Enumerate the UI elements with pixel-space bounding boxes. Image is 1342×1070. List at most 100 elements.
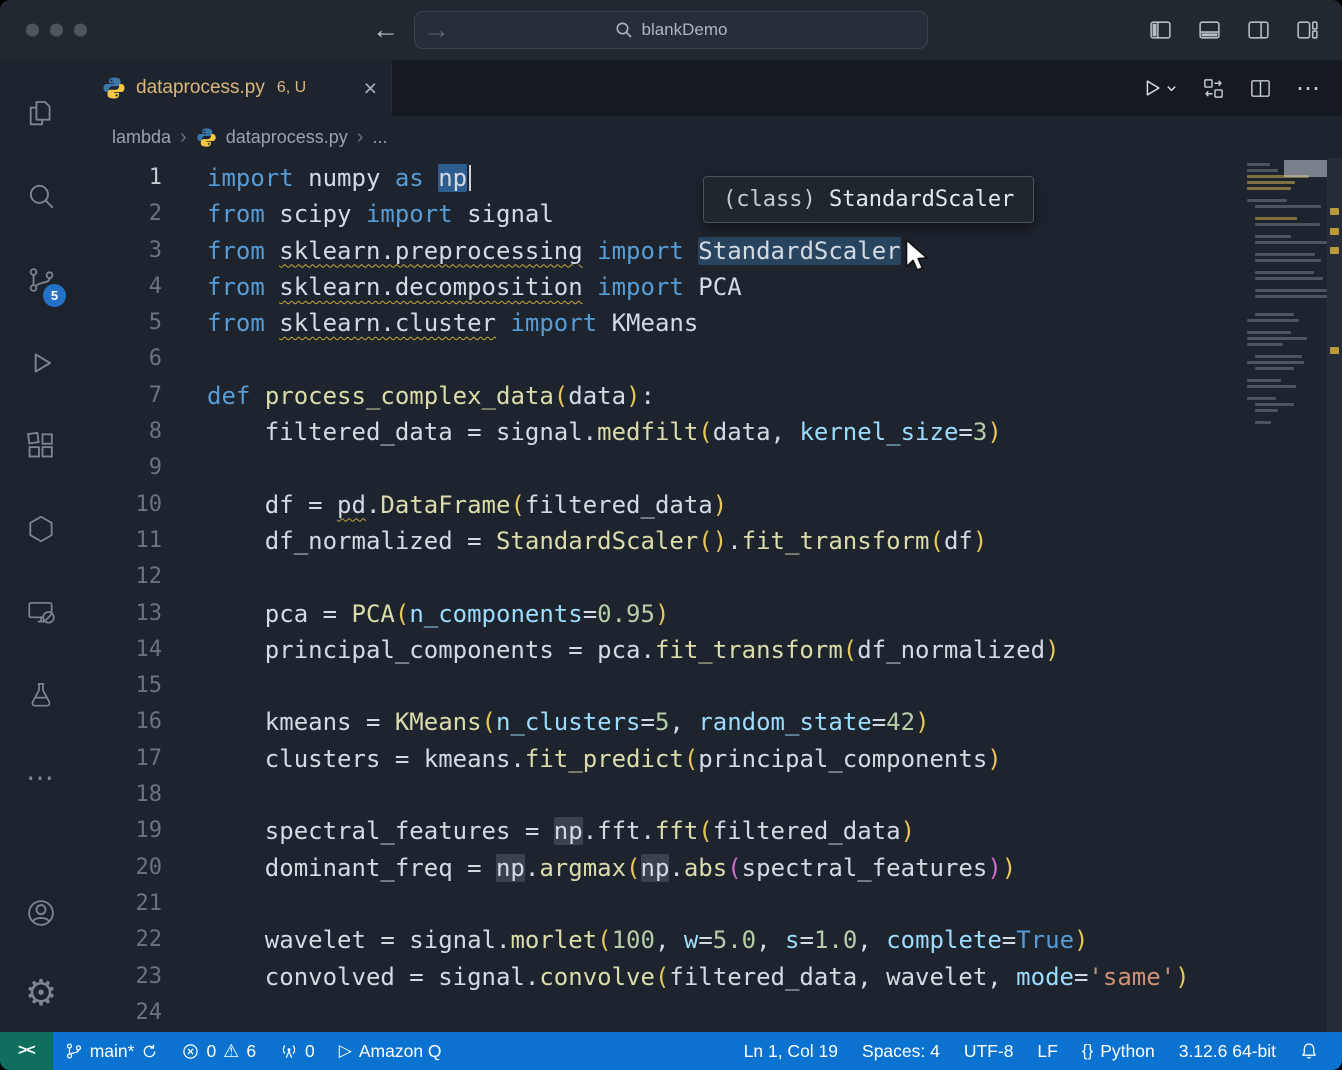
bell-icon xyxy=(1300,1042,1318,1060)
code-token: = xyxy=(958,418,972,446)
testing-flask-icon[interactable] xyxy=(0,653,82,736)
code-line[interactable]: filtered_data = signal.medfilt(data, ker… xyxy=(207,414,1342,450)
code-token: clusters = kmeans. xyxy=(207,745,525,773)
close-window-button[interactable] xyxy=(26,24,39,37)
settings-gear-icon[interactable]: ⚙ xyxy=(0,954,82,1032)
run-python-file-button[interactable] xyxy=(1141,77,1178,99)
code-line[interactable]: convolved = signal.convolve(filtered_dat… xyxy=(207,959,1342,995)
search-icon xyxy=(615,21,633,39)
code-line[interactable] xyxy=(207,559,1342,595)
remote-indicator[interactable]: >< xyxy=(0,1032,53,1070)
line-number: 17 xyxy=(82,741,207,777)
mouse-pointer-icon xyxy=(903,238,931,272)
code-line[interactable]: spectral_features = np.fft.fft(filtered_… xyxy=(207,813,1342,849)
toggle-secondary-sidebar-icon[interactable] xyxy=(1246,18,1271,43)
back-icon[interactable]: ← xyxy=(372,15,399,46)
code-line[interactable]: principal_components = pca.fit_transform… xyxy=(207,632,1342,668)
code-line[interactable]: def process_complex_data(data): xyxy=(207,378,1342,414)
history-navigation: ← → xyxy=(372,15,450,46)
code-token: = xyxy=(1002,926,1016,954)
toggle-primary-sidebar-icon[interactable] xyxy=(1148,18,1173,43)
code-line[interactable] xyxy=(207,450,1342,486)
code-token: filtered_data, wavelet, xyxy=(669,963,1016,991)
split-editor-icon[interactable] xyxy=(1249,77,1272,100)
remote-explorer-icon[interactable] xyxy=(0,570,82,653)
code-line[interactable]: kmeans = KMeans(n_clusters=5, random_sta… xyxy=(207,704,1342,740)
toggle-panel-icon[interactable] xyxy=(1197,18,1222,43)
amazon-q-status[interactable]: ▷ Amazon Q xyxy=(327,1032,454,1070)
code-line[interactable] xyxy=(207,668,1342,704)
branch-status[interactable]: main* xyxy=(53,1032,171,1070)
encoding-status[interactable]: UTF-8 xyxy=(952,1032,1026,1070)
extensions-icon[interactable] xyxy=(0,404,82,487)
language-mode-status[interactable]: {}Python xyxy=(1070,1032,1167,1070)
code-token: def xyxy=(207,382,250,410)
code-token xyxy=(583,273,597,301)
editor[interactable]: 123456789101112131415161718192021222324 … xyxy=(82,158,1342,1032)
indentation-label: Spaces: 4 xyxy=(862,1041,940,1062)
code-line[interactable]: clusters = kmeans.fit_predict(principal_… xyxy=(207,741,1342,777)
code-line[interactable]: df = pd.DataFrame(filtered_data) xyxy=(207,487,1342,523)
source-control-icon[interactable]: 5 xyxy=(0,238,82,321)
indentation-status[interactable]: Spaces: 4 xyxy=(850,1032,952,1070)
tab-dataprocess[interactable]: dataprocess.py 6, U × xyxy=(82,60,392,116)
window-controls[interactable] xyxy=(26,24,87,37)
eol-label: LF xyxy=(1037,1041,1057,1062)
customize-layout-icon[interactable] xyxy=(1295,18,1320,43)
code-token: sklearn.preprocessing xyxy=(279,237,582,265)
forward-icon[interactable]: → xyxy=(423,15,450,46)
more-actions-icon[interactable]: ⋯ xyxy=(1296,74,1320,103)
code-token: ) xyxy=(713,491,727,519)
cursor-position-status[interactable]: Ln 1, Col 19 xyxy=(732,1032,850,1070)
zoom-window-button[interactable] xyxy=(74,24,87,37)
python-interpreter-status[interactable]: 3.12.6 64-bit xyxy=(1167,1032,1288,1070)
code-token: ) xyxy=(1175,963,1189,991)
code-token: ) xyxy=(1074,926,1088,954)
line-number: 12 xyxy=(82,559,207,595)
problems-status[interactable]: 0 ⚠ 6 xyxy=(170,1032,268,1070)
code-line[interactable]: wavelet = signal.morlet(100, w=5.0, s=1.… xyxy=(207,922,1342,958)
command-center-search[interactable]: blankDemo xyxy=(414,11,928,49)
code-line[interactable]: from sklearn.cluster import KMeans xyxy=(207,305,1342,341)
breadcrumb-folder[interactable]: lambda xyxy=(112,127,171,148)
breadcrumb-file[interactable]: dataprocess.py xyxy=(226,127,348,148)
code-token: = xyxy=(641,708,655,736)
close-tab-icon[interactable]: × xyxy=(364,77,377,100)
explorer-icon[interactable] xyxy=(0,72,82,155)
eol-status[interactable]: LF xyxy=(1025,1032,1069,1070)
sync-icon xyxy=(141,1043,158,1060)
code-token: 5 xyxy=(655,708,669,736)
code-line[interactable] xyxy=(207,995,1342,1031)
code-line[interactable] xyxy=(207,886,1342,922)
more-views-icon[interactable]: ⋯ xyxy=(0,736,82,819)
search-sidebar-icon[interactable] xyxy=(0,155,82,238)
dependency-analytics-icon[interactable] xyxy=(0,487,82,570)
ports-status[interactable]: 0 xyxy=(268,1032,327,1070)
titlebar: ← → blankDemo xyxy=(0,0,1342,60)
notifications-status[interactable] xyxy=(1288,1032,1330,1070)
minimize-window-button[interactable] xyxy=(50,24,63,37)
code-line[interactable]: from sklearn.preprocessing import Standa… xyxy=(207,233,1342,269)
code-line[interactable] xyxy=(207,777,1342,813)
code-token: . xyxy=(366,491,380,519)
code-token: , xyxy=(857,926,886,954)
code-token: 100 xyxy=(612,926,655,954)
overview-ruler[interactable] xyxy=(1327,158,1342,1032)
accounts-icon[interactable] xyxy=(0,871,82,954)
code-line[interactable] xyxy=(207,341,1342,377)
minimap[interactable] xyxy=(1239,158,1327,427)
code-line[interactable]: df_normalized = StandardScaler().fit_tra… xyxy=(207,523,1342,559)
code-line[interactable]: from sklearn.decomposition import PCA xyxy=(207,269,1342,305)
code-lines[interactable]: import numpy as npfrom scipy import sign… xyxy=(207,158,1342,1032)
code-line[interactable]: pca = PCA(n_components=0.95) xyxy=(207,596,1342,632)
breadcrumb-symbol[interactable]: ... xyxy=(372,127,387,148)
line-number: 5 xyxy=(82,305,207,341)
open-changes-icon[interactable] xyxy=(1202,77,1225,100)
code-token: ( xyxy=(698,817,712,845)
breadcrumb: lambda › dataprocess.py › ... xyxy=(82,116,1342,158)
line-number: 20 xyxy=(82,850,207,886)
scrollbar-slider[interactable] xyxy=(1327,158,1342,1032)
run-and-debug-icon[interactable] xyxy=(0,321,82,404)
editor-actions: ⋯ xyxy=(1141,60,1342,116)
code-line[interactable]: dominant_freq = np.argmax(np.abs(spectra… xyxy=(207,850,1342,886)
